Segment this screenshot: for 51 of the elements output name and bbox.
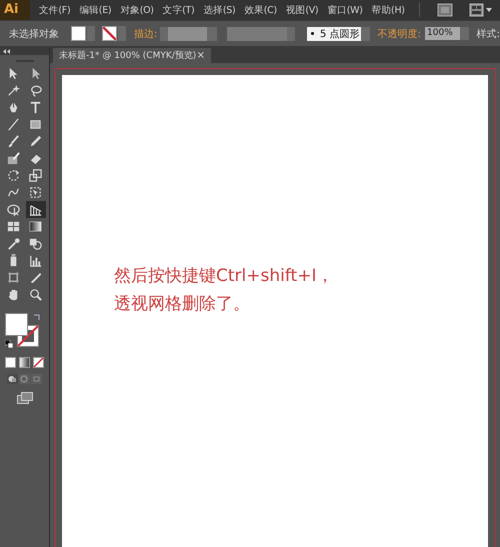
rotate-icon xyxy=(6,168,21,183)
shape-builder-icon xyxy=(6,202,21,217)
pencil-icon xyxy=(28,134,43,149)
menu-item[interactable]: 文字(T) xyxy=(162,4,194,16)
tool-button[interactable] xyxy=(26,201,46,218)
scale-icon xyxy=(28,168,43,183)
stroke-swatch[interactable] xyxy=(102,26,126,41)
gradient-icon xyxy=(28,219,43,234)
brush-dropdown[interactable]: 5 点圆形 xyxy=(306,26,370,40)
instruction-text: 透视网格删除了。 xyxy=(114,293,251,316)
menu-item[interactable]: 视图(V) xyxy=(286,4,318,16)
menu-item[interactable]: 窗口(W) xyxy=(327,4,363,16)
zoom-icon xyxy=(28,287,43,302)
menu-item[interactable]: 编辑(E) xyxy=(79,4,112,16)
style-label: 样式: xyxy=(476,28,500,40)
document-title: 未标题-1* @ 100% (CMYK/预览) xyxy=(59,50,196,62)
blob-brush-icon xyxy=(6,151,21,166)
gradient-mode-icon[interactable] xyxy=(19,357,30,368)
default-colors-icon[interactable] xyxy=(4,340,12,348)
draw-normal-icon[interactable] xyxy=(7,374,18,384)
type-icon xyxy=(28,100,43,115)
document-tab[interactable]: 未标题-1* @ 100% (CMYK/预览)× xyxy=(53,48,211,63)
none-mode-icon[interactable] xyxy=(33,357,44,368)
screen-mode-icon[interactable] xyxy=(16,392,32,404)
brush-icon xyxy=(6,134,21,149)
close-tab-button[interactable]: × xyxy=(196,50,205,61)
mesh-icon xyxy=(6,219,21,234)
free-transform-icon xyxy=(28,185,43,200)
variable-width-field[interactable] xyxy=(226,26,295,40)
menu-item[interactable]: 效果(C) xyxy=(244,4,277,16)
eyedropper-icon xyxy=(6,236,21,251)
app-logo[interactable]: Ai xyxy=(0,0,30,20)
instruction-text: 然后按快捷键Ctrl+shift+I， xyxy=(114,265,334,288)
menu-item[interactable]: 帮助(H) xyxy=(372,4,405,16)
menu-item[interactable]: 文件(F) xyxy=(39,4,70,16)
artboard-icon xyxy=(6,270,21,285)
slice-icon xyxy=(28,270,43,285)
stroke-weight-field[interactable] xyxy=(160,26,217,40)
blend-icon xyxy=(28,236,43,251)
lasso-icon xyxy=(28,83,43,98)
menu-item[interactable]: 选择(S) xyxy=(203,4,236,16)
line-icon xyxy=(6,117,21,132)
workspace-layout-icon[interactable] xyxy=(468,3,493,17)
selection-label: 未选择对象 xyxy=(9,28,59,40)
color-mode-icon[interactable] xyxy=(5,357,16,368)
magic-wand-icon xyxy=(6,83,21,98)
opacity-field[interactable]: 100% xyxy=(425,27,469,40)
menu-item[interactable]: 对象(O) xyxy=(120,4,154,16)
fill-swatch[interactable] xyxy=(71,26,95,41)
fill-stroke-swatches-drawing[interactable] xyxy=(4,313,40,348)
column-graph-icon xyxy=(28,253,43,268)
